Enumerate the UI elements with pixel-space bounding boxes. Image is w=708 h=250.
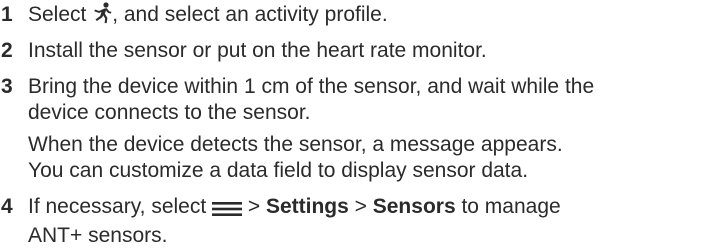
menu-icon xyxy=(212,197,243,223)
step-number: 1 xyxy=(1,3,13,26)
step-3-result-note: When the device detects the sensor, a me… xyxy=(28,132,700,184)
step-number: 3 xyxy=(1,75,13,98)
step-text-part: > xyxy=(242,195,266,218)
step-text: Install the sensor or put on the heart r… xyxy=(28,39,487,62)
note-line: You can customize a data field to displa… xyxy=(28,159,529,182)
step-text-line: ANT+ sensors. xyxy=(28,224,168,247)
step-text: If necessary, select > Settings > Sensor… xyxy=(28,194,700,249)
running-person-icon xyxy=(92,2,112,31)
step-number: 2 xyxy=(1,39,13,62)
step-text-part: to manage xyxy=(455,195,561,218)
settings-menu-label: Settings xyxy=(265,195,349,218)
note-line: When the device detects the sensor, a me… xyxy=(28,133,563,156)
step-text-part: If necessary, select xyxy=(28,195,213,218)
step-text-part: , and select an activity profile. xyxy=(112,3,388,26)
sensors-menu-label: Sensors xyxy=(372,195,456,218)
instructions-document: 1 Select , and select an activity profil… xyxy=(0,0,708,250)
step-text-part: > xyxy=(348,195,373,218)
step-number: 4 xyxy=(1,195,13,218)
step-text-line: device connects to the sensor. xyxy=(28,101,311,124)
step-text: Bring the device within 1 cm of the sens… xyxy=(28,74,700,126)
step-text-line: Bring the device within 1 cm of the sens… xyxy=(28,75,595,98)
step-text: Select , and select an activity profile. xyxy=(28,2,700,31)
step-text-line: If necessary, select > Settings > Sensor… xyxy=(28,194,700,223)
step-text-part: Select xyxy=(28,3,93,26)
